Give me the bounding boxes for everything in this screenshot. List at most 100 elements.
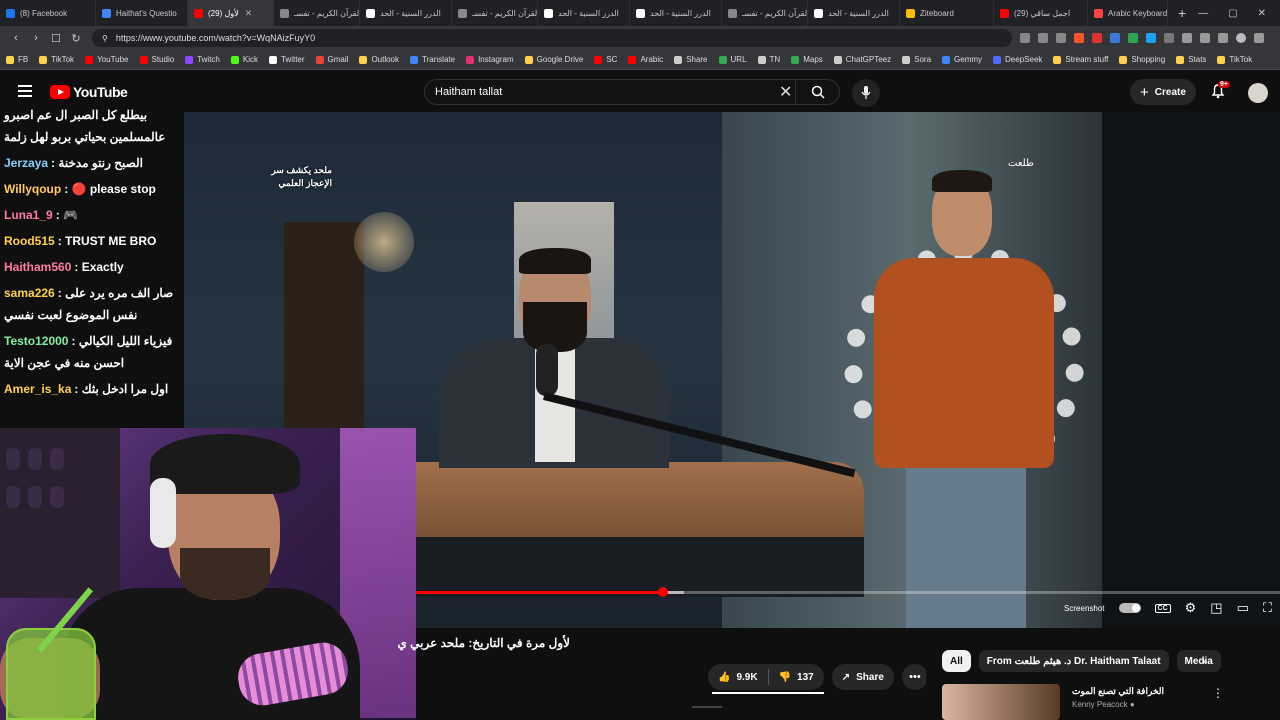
search-input[interactable] [435, 86, 765, 98]
bookmark-item[interactable]: Maps [791, 55, 823, 64]
bookmark-item[interactable]: TikTok [39, 55, 74, 64]
bookmark-item[interactable]: Twitter [268, 55, 305, 64]
bookmark-icon[interactable]: ☐ [46, 32, 66, 45]
kebab-menu-icon[interactable] [1254, 33, 1264, 43]
extension-teal-icon[interactable] [1146, 33, 1156, 43]
extension-red-icon[interactable] [1092, 33, 1102, 43]
filter-chip[interactable]: Media [1176, 650, 1221, 672]
voice-search-button[interactable] [852, 79, 880, 107]
bookmark-label: Gmail [327, 55, 349, 64]
browser-tab[interactable]: القرآن الكريم - تفسـ [452, 0, 538, 26]
bookmark-item[interactable]: Arabic [628, 55, 663, 64]
settings-gear-icon[interactable]: ⚙ [1185, 600, 1197, 616]
clear-search-icon[interactable]: ✕ [779, 82, 792, 102]
bookmark-item[interactable]: Google Drive [524, 55, 583, 64]
browser-tab[interactable]: Arabic Keyboard [1088, 0, 1168, 26]
new-tab-button[interactable]: + [1168, 5, 1196, 21]
youtube-logo[interactable]: YouTube [50, 84, 128, 100]
bookshelf [284, 222, 364, 432]
browser-tab[interactable]: Ziteboard [900, 0, 994, 26]
dislike-button[interactable]: 👎 137 [769, 664, 824, 690]
zoom-icon[interactable] [1038, 33, 1048, 43]
browser-tab[interactable]: الدرر السنية - الحد [808, 0, 900, 26]
sidebar-icon[interactable] [1200, 33, 1210, 43]
account-avatar[interactable] [1248, 83, 1268, 103]
brave-icon[interactable] [1074, 33, 1084, 43]
lock-icon: ⚲ [102, 33, 108, 43]
bookmark-item[interactable]: FB [6, 55, 28, 64]
filter-chip[interactable]: From د. هيثم طلعت Dr. Haitham Talaat [978, 650, 1169, 672]
bookmark-item[interactable]: Kick [230, 55, 258, 64]
puzzle-icon[interactable] [1182, 33, 1192, 43]
bookmark-item[interactable]: Gemmy [942, 55, 982, 64]
browser-tab[interactable]: (29) لأول ✕ [188, 0, 274, 26]
scroll-indicator [692, 706, 722, 708]
filter-chip[interactable]: All [942, 650, 971, 672]
bookmark-label: TikTok [1229, 55, 1253, 64]
bookmark-label: Twitter [280, 55, 305, 64]
bookmark-icon [524, 55, 533, 64]
minimize-button[interactable]: — [1198, 8, 1208, 19]
screenshot-toggle[interactable] [1118, 603, 1141, 613]
extension-gray-icon[interactable] [1164, 33, 1174, 43]
browser-tab[interactable]: القرآن الكريم - تفسـ [722, 0, 808, 26]
create-label: Create [1154, 86, 1186, 98]
bookmark-item[interactable]: Stream stuff [1053, 55, 1108, 64]
recommended-menu-icon[interactable]: ⋮ [1212, 686, 1224, 700]
recommended-thumbnail[interactable] [942, 684, 1060, 720]
extension-blue-icon[interactable] [1110, 33, 1120, 43]
cast-icon[interactable] [1020, 33, 1030, 43]
bookmark-item[interactable]: Shopping [1119, 55, 1165, 64]
bookmark-item[interactable]: Share [674, 55, 708, 64]
bookmark-item[interactable]: Studio [139, 55, 174, 64]
progress-bar[interactable] [416, 587, 1280, 597]
bookmark-icon [993, 55, 1002, 64]
address-bar[interactable]: ⚲ https://www.youtube.com/watch?v=WqNAiz… [92, 29, 1012, 47]
subtitles-cc-icon[interactable]: CC [1154, 603, 1171, 613]
theater-mode-icon[interactable]: ▭ [1237, 600, 1249, 616]
forward-icon[interactable]: › [26, 32, 46, 44]
create-button[interactable]: + Create [1130, 79, 1196, 105]
bookmark-item[interactable]: Sora [902, 55, 931, 64]
browser-tab[interactable]: الدرر السنية - الحد [630, 0, 722, 26]
recommended-video[interactable]: الخرافة التي تصنع الموت Kenny Peacock ● [942, 684, 1192, 720]
hamburger-menu-icon[interactable] [18, 85, 32, 97]
more-actions-button[interactable]: ••• [901, 664, 928, 690]
bookmark-item[interactable]: TN [757, 55, 780, 64]
miniplayer-icon[interactable]: ◳ [1210, 600, 1222, 616]
bookmark-item[interactable]: DeepSeek [993, 55, 1042, 64]
extension-green-icon[interactable] [1128, 33, 1138, 43]
bookmark-item[interactable]: URL [718, 55, 747, 64]
bookmark-item[interactable]: ChatGPTeez [833, 55, 891, 64]
search-box[interactable]: ✕ [424, 79, 840, 105]
reload-icon[interactable]: ↻ [66, 32, 86, 45]
bookmark-item[interactable]: YouTube [85, 55, 129, 64]
back-icon[interactable]: ‹ [6, 32, 26, 44]
browser-tab[interactable]: (8) Facebook [0, 0, 96, 26]
fullscreen-icon[interactable]: ⛶ [1263, 600, 1272, 616]
bookmark-item[interactable]: SC [594, 55, 617, 64]
bookmark-item[interactable]: Stats [1176, 55, 1206, 64]
browser-tab[interactable]: Haithat's Questio [96, 0, 188, 26]
chat-message: بيطلع كل الصبر ال عم اصبرو عالمسلمين بحي… [4, 104, 180, 148]
media-icon[interactable] [1218, 33, 1228, 43]
chips-next-icon[interactable]: › [1202, 654, 1206, 668]
profile-icon[interactable] [1236, 33, 1246, 43]
browser-tab[interactable]: الدرر السنية - الحد [360, 0, 452, 26]
search-button[interactable] [795, 80, 839, 104]
bookmark-item[interactable]: Gmail [315, 55, 349, 64]
browser-tab[interactable]: (29) اجمل ساقي [994, 0, 1088, 26]
bookmark-item[interactable]: Instagram [466, 55, 514, 64]
share-button[interactable]: ↗ Share [831, 664, 894, 690]
browser-tab[interactable]: القرآن الكريم - تفسـ [274, 0, 360, 26]
close-window-button[interactable]: ✕ [1258, 8, 1266, 19]
browser-tab[interactable]: الدرر السنية - الحد [538, 0, 630, 26]
maximize-button[interactable]: ▢ [1228, 8, 1237, 19]
bookmark-item[interactable]: Translate [410, 55, 455, 64]
like-button[interactable]: 👍 9.9K [708, 664, 768, 690]
share-icon[interactable] [1056, 33, 1066, 43]
bookmark-item[interactable]: Outlook [359, 55, 399, 64]
bookmark-item[interactable]: Twitch [185, 55, 220, 64]
close-tab-icon[interactable]: ✕ [245, 8, 253, 19]
bookmark-item[interactable]: TikTok [1217, 55, 1252, 64]
